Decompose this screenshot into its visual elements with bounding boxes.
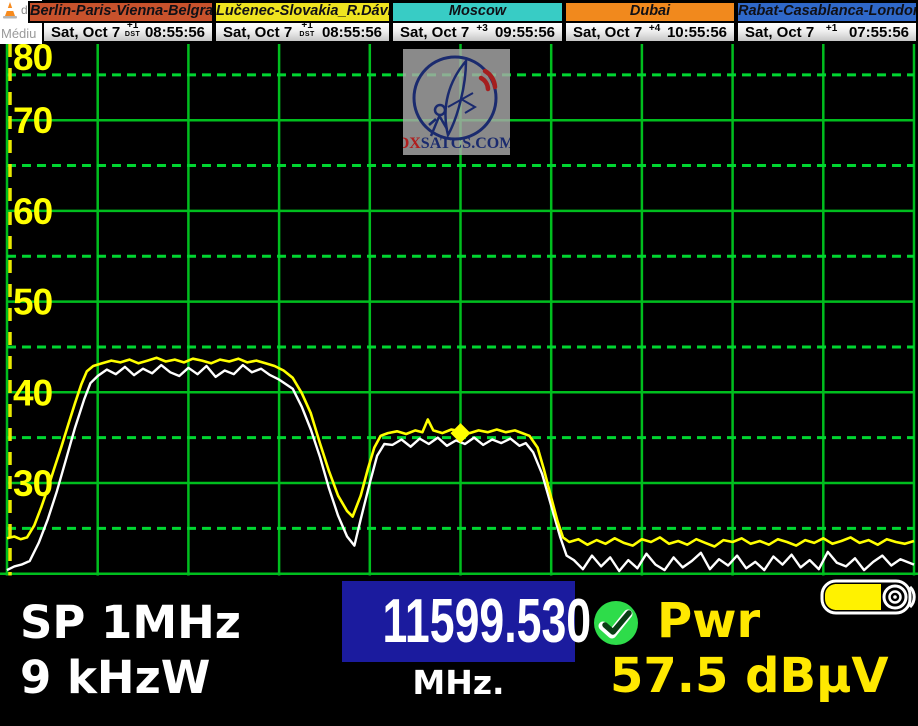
clock-utc-offset: +4 bbox=[649, 24, 660, 34]
frequency-unit-label: MHz. bbox=[342, 663, 575, 702]
clock-date: Sat, Oct 7 bbox=[51, 24, 120, 41]
clock-utc-offset: +1DST bbox=[125, 21, 141, 38]
dxsatcs-watermark: DXSATCS.COM bbox=[403, 49, 510, 155]
clock-date: Sat, Oct 7 bbox=[573, 24, 642, 41]
y-axis-tick-label: 50 bbox=[13, 282, 53, 323]
y-axis-tick-label: 70 bbox=[13, 100, 53, 141]
clock-city-label: Rabat-Casablanca-London bbox=[736, 1, 918, 23]
clock-time-row: Sat, Oct 7 +1DST 08:55:56 bbox=[214, 23, 391, 43]
signal-ok-icon bbox=[592, 599, 640, 647]
world-clock-bar: ds Médiu Berlin-Paris-Vienna-Belgrade Sa… bbox=[0, 0, 918, 44]
clock-time-row: Sat, Oct 7 +4 10:55:56 bbox=[564, 23, 736, 43]
power-value: 57.5 dBµV bbox=[610, 648, 889, 704]
spectrum-analyzer-screen: 807060504030 DXSATCS.COM ds Médiu bbox=[0, 0, 918, 726]
clock-city-label: Berlin-Paris-Vienna-Belgrade bbox=[28, 1, 214, 23]
frequency-display: 11599.530 bbox=[342, 581, 575, 662]
watermark-text: DXSATCS.COM bbox=[403, 135, 510, 152]
clock-time: 10:55:56 bbox=[667, 24, 727, 41]
clock-time: 07:55:56 bbox=[849, 24, 909, 41]
clock-utc-offset: +3 bbox=[476, 24, 487, 34]
frequency-value: 11599.530 bbox=[383, 581, 592, 662]
clock-time-row: Sat, Oct 7 +1 07:55:56 bbox=[736, 23, 918, 43]
clock-utc-offset: +1DST bbox=[299, 21, 315, 38]
span-readout: SP 1MHz bbox=[20, 596, 241, 649]
media-menu-item[interactable]: Médiu bbox=[1, 26, 36, 41]
y-axis-tick-label: 40 bbox=[13, 372, 53, 413]
clock-time: 08:55:56 bbox=[322, 24, 382, 41]
clock-city-label: Moscow bbox=[391, 1, 564, 23]
clock-time-row: Sat, Oct 7 +1DST 08:55:56 bbox=[42, 23, 214, 43]
clock-time-row: Sat, Oct 7 +3 09:55:56 bbox=[391, 23, 564, 43]
power-label: Pwr bbox=[657, 593, 760, 649]
clock-time: 09:55:56 bbox=[495, 24, 555, 41]
clock-date: Sat, Oct 7 bbox=[745, 24, 814, 41]
clock-utc-offset: +1 bbox=[826, 24, 837, 34]
y-axis-tick-label: 30 bbox=[13, 463, 53, 504]
clock-date: Sat, Oct 7 bbox=[223, 24, 292, 41]
vlc-cone-icon bbox=[1, 1, 19, 21]
battery-icon bbox=[820, 578, 917, 617]
center-frequency-diamond-marker bbox=[451, 423, 471, 443]
clock-time: 08:55:56 bbox=[145, 24, 205, 41]
clock-date: Sat, Oct 7 bbox=[400, 24, 469, 41]
y-axis-tick-label: 60 bbox=[13, 191, 53, 232]
clock-city-label: Dubai bbox=[564, 1, 736, 23]
y-axis-labels: 807060504030 bbox=[13, 37, 53, 504]
rbw-readout: 9 kHzW bbox=[20, 651, 210, 704]
